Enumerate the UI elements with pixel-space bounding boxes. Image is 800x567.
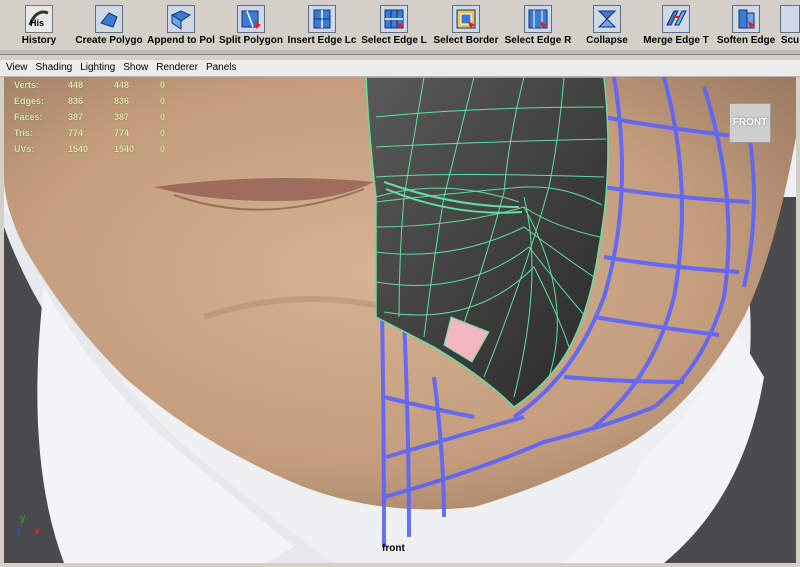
- menu-shading[interactable]: Shading: [36, 60, 73, 76]
- collapse-button[interactable]: Collapse: [574, 0, 640, 50]
- hud-row-verts: Verts: 448 448 0: [14, 79, 166, 90]
- axis-y-label: y: [20, 513, 26, 524]
- create-polygon-icon: [95, 5, 123, 33]
- modeling-viewport[interactable]: Verts: 448 448 0 Edges: 836 836 0 Faces: 387 387…: [4, 77, 796, 563]
- hud-row-edges: Edges: 836 836 0: [14, 95, 166, 106]
- axis-x-label: x: [34, 526, 40, 537]
- merge-edge-icon: [662, 5, 690, 33]
- panel-menubar: View Shading Lighting Show Renderer Panels: [0, 60, 800, 77]
- select-edge-loop-button[interactable]: Select Edge L: [358, 0, 430, 50]
- history-icon: His: [25, 5, 53, 33]
- sculpt-icon: [780, 5, 800, 33]
- select-border-icon: [452, 5, 480, 33]
- axis-z-label: z: [16, 526, 21, 537]
- poly-count-hud: Verts: 448 448 0 Edges: 836 836 0 Faces: 387 387…: [14, 79, 165, 159]
- sculpt-button[interactable]: Scu: [780, 0, 800, 50]
- insert-edge-loop-button[interactable]: Insert Edge Lc: [286, 0, 358, 50]
- shelf-divider: [0, 50, 800, 54]
- soften-edge-button[interactable]: Soften Edge: [712, 0, 780, 50]
- hud-row-tris: Tris: 774 774 0: [14, 127, 166, 138]
- view-cube-front[interactable]: FRONT: [729, 103, 771, 143]
- menu-view[interactable]: View: [6, 60, 28, 76]
- append-polygon-button[interactable]: Append to Pol: [146, 0, 216, 50]
- split-polygon-icon: [237, 5, 265, 33]
- menu-lighting[interactable]: Lighting: [80, 60, 115, 76]
- select-border-button[interactable]: Select Border: [430, 0, 502, 50]
- select-edge-ring-icon: [524, 5, 552, 33]
- split-polygon-button[interactable]: Split Polygon: [216, 0, 286, 50]
- soften-edge-icon: [732, 5, 760, 33]
- history-button[interactable]: His History: [14, 0, 64, 50]
- hud-row-uvs: UVs: 1540 1540 0: [14, 143, 166, 154]
- select-edge-loop-icon: [380, 5, 408, 33]
- camera-name-label: front: [382, 543, 405, 554]
- menu-show[interactable]: Show: [123, 60, 148, 76]
- select-edge-ring-button[interactable]: Select Edge R: [502, 0, 574, 50]
- menu-renderer[interactable]: Renderer: [156, 60, 198, 76]
- shelf-toolbar: His History Create Polygo Append to Pol …: [0, 0, 800, 55]
- collapse-icon: [593, 5, 621, 33]
- menu-panels[interactable]: Panels: [206, 60, 237, 76]
- merge-edge-button[interactable]: Merge Edge T: [640, 0, 712, 50]
- create-polygon-button[interactable]: Create Polygo: [72, 0, 146, 50]
- hud-row-faces: Faces: 387 387 0: [14, 111, 166, 122]
- append-polygon-icon: [167, 5, 195, 33]
- insert-edge-loop-icon: [308, 5, 336, 33]
